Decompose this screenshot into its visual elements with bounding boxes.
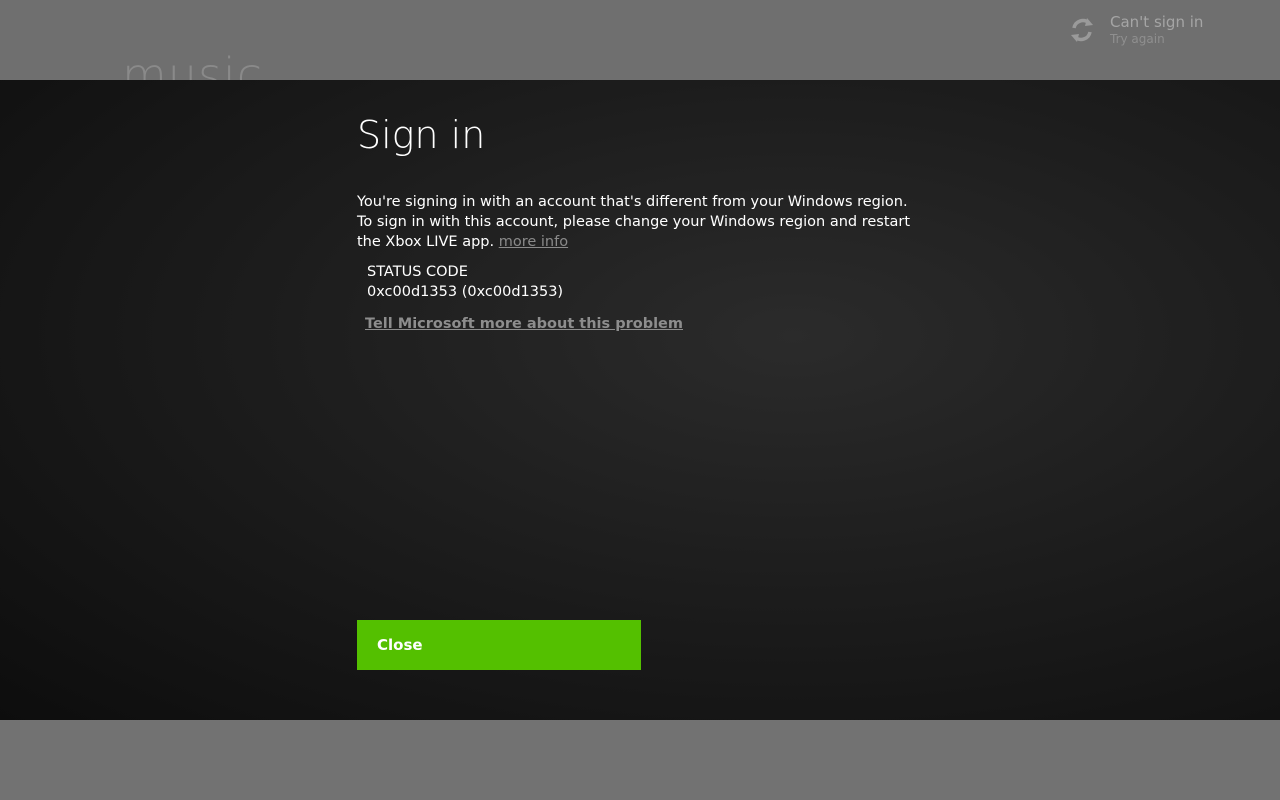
app-header: music Can't sign in Try again	[0, 0, 1280, 98]
sign-in-dialog: Sign in You're signing in with an accoun…	[0, 80, 1280, 720]
dialog-title: Sign in	[357, 113, 486, 157]
close-button[interactable]: Close	[357, 620, 641, 670]
dialog-content: Sign in You're signing in with an accoun…	[357, 110, 927, 332]
sign-in-status[interactable]: Can't sign in Try again	[1068, 12, 1268, 52]
status-code-label: STATUS CODE	[367, 264, 468, 280]
status-code-block: STATUS CODE 0xc00d1353 (0xc00d1353)	[367, 262, 927, 302]
status-title: Can't sign in	[1110, 13, 1204, 31]
status-text: Can't sign in Try again	[1110, 12, 1203, 46]
status-code-value: 0xc00d1353 (0xc00d1353)	[367, 284, 564, 300]
app-footer	[0, 720, 1280, 800]
more-info-link[interactable]: more info	[499, 234, 568, 250]
refresh-icon	[1071, 18, 1093, 42]
try-again-link[interactable]: Try again	[1110, 32, 1203, 46]
message-text: You're signing in with an account that's…	[357, 194, 911, 250]
tell-microsoft-link[interactable]: Tell Microsoft more about this problem	[365, 316, 683, 332]
dialog-message: You're signing in with an account that's…	[357, 192, 922, 252]
